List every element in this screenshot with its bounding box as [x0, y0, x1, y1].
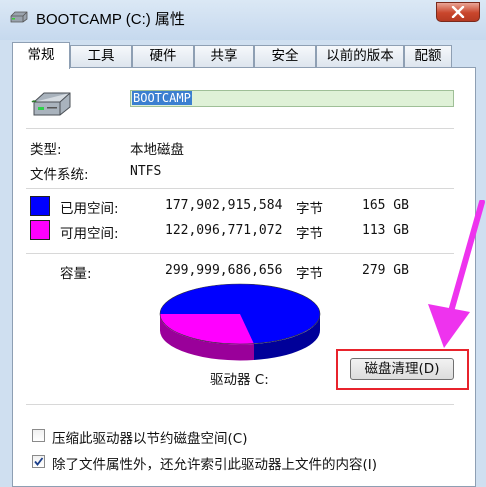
drive-label: 驱动器 C:	[210, 372, 269, 388]
close-icon	[451, 6, 465, 18]
tab-tools[interactable]: 工具	[70, 45, 132, 67]
drive-icon	[10, 11, 28, 23]
tab-previous-versions[interactable]: 以前的版本	[316, 45, 404, 67]
tab-security[interactable]: 安全	[254, 45, 316, 67]
capacity-label: 容量:	[60, 266, 92, 282]
type-label: 类型:	[30, 142, 62, 158]
filesystem-label: 文件系统:	[30, 167, 89, 183]
divider	[26, 253, 454, 254]
free-space-label: 可用空间:	[60, 226, 119, 242]
free-space-unit: 字节	[296, 226, 323, 242]
used-space-size: 165 GB	[362, 198, 409, 213]
used-space-label: 已用空间:	[60, 201, 119, 217]
capacity-size: 279 GB	[362, 263, 409, 278]
used-space-swatch	[30, 196, 50, 216]
close-button[interactable]	[436, 2, 480, 22]
free-space-size: 113 GB	[362, 223, 409, 238]
used-space-bytes: 177,902,915,584	[165, 198, 283, 213]
capacity-bytes: 299,999,686,656	[165, 263, 283, 278]
title-bar[interactable]: BOOTCAMP (C:) 属性	[0, 0, 486, 40]
tab-strip: 常规 工具 硬件 共享 安全 以前的版本 配额	[12, 42, 472, 69]
index-checkbox[interactable]	[32, 455, 45, 468]
divider	[26, 188, 454, 189]
volume-name-input[interactable]: BOOTCAMP	[130, 90, 454, 107]
tab-sharing[interactable]: 共享	[194, 45, 254, 67]
filesystem-value: NTFS	[130, 164, 162, 179]
tab-quota[interactable]: 配额	[404, 45, 452, 67]
annotation-arrow	[428, 200, 485, 348]
free-space-swatch	[30, 220, 50, 240]
hard-drive-icon	[31, 92, 71, 116]
checkmark-icon	[34, 457, 44, 466]
window-title: BOOTCAMP (C:) 属性	[36, 11, 185, 28]
capacity-unit: 字节	[296, 266, 323, 282]
disk-cleanup-button[interactable]: 磁盘清理(D)	[350, 358, 454, 380]
compress-checkbox[interactable]	[32, 429, 45, 442]
type-value: 本地磁盘	[130, 142, 184, 158]
volume-name-text: BOOTCAMP	[132, 91, 192, 105]
divider	[26, 404, 454, 405]
divider	[26, 128, 454, 129]
disk-usage-pie	[159, 283, 321, 361]
used-space-unit: 字节	[296, 201, 323, 217]
compress-label: 压缩此驱动器以节约磁盘空间(C)	[52, 431, 248, 447]
free-space-bytes: 122,096,771,072	[165, 223, 283, 238]
tab-general[interactable]: 常规	[12, 42, 70, 69]
index-label: 除了文件属性外，还允许索引此驱动器上文件的内容(I)	[52, 457, 378, 473]
tab-hardware[interactable]: 硬件	[132, 45, 194, 67]
